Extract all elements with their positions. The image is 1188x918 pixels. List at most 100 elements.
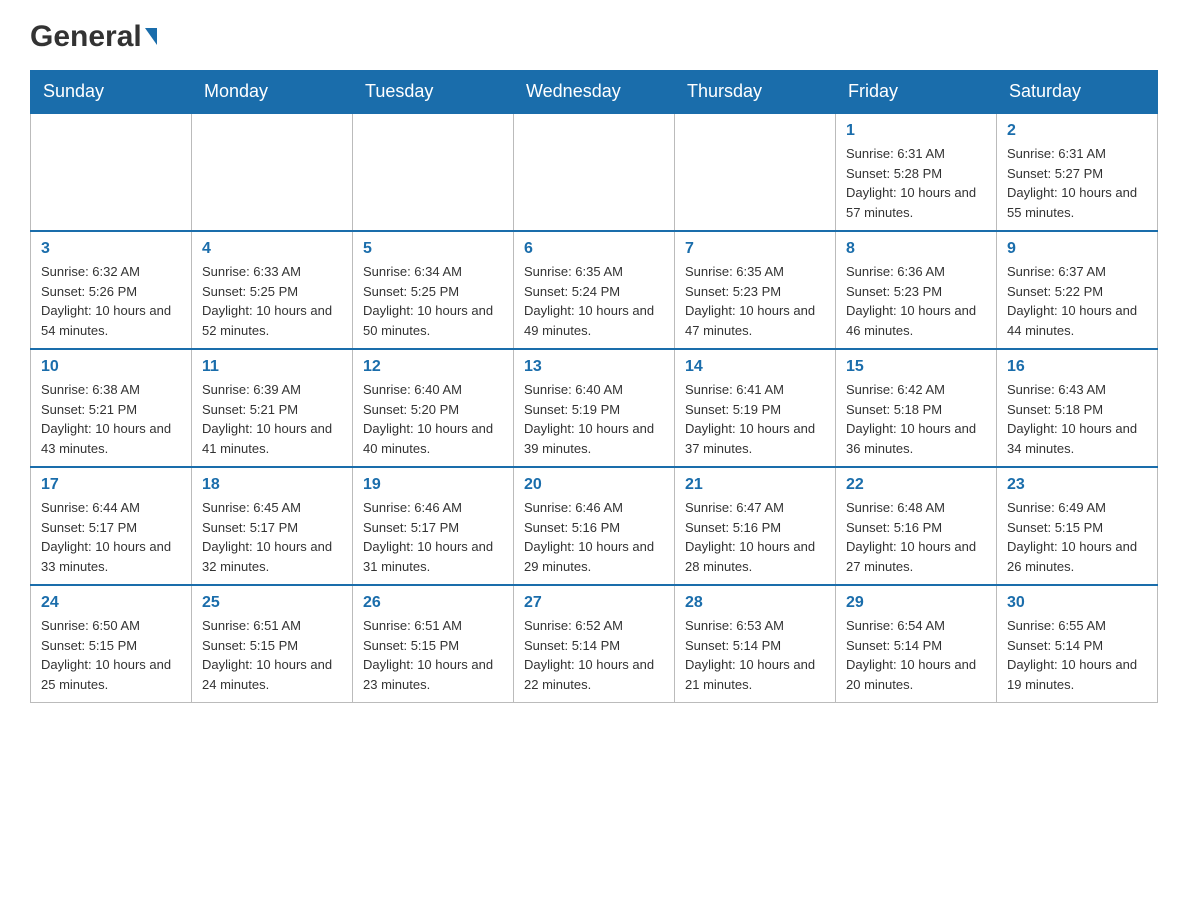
day-info: Sunrise: 6:52 AM Sunset: 5:14 PM Dayligh… (524, 616, 664, 694)
day-number: 25 (202, 594, 342, 612)
day-info: Sunrise: 6:48 AM Sunset: 5:16 PM Dayligh… (846, 498, 986, 576)
day-cell-17: 17Sunrise: 6:44 AM Sunset: 5:17 PM Dayli… (31, 467, 192, 585)
day-number: 2 (1007, 122, 1147, 140)
day-number: 7 (685, 240, 825, 258)
calendar-header-wednesday: Wednesday (514, 71, 675, 114)
day-info: Sunrise: 6:40 AM Sunset: 5:20 PM Dayligh… (363, 380, 503, 458)
day-number: 19 (363, 476, 503, 494)
day-number: 23 (1007, 476, 1147, 494)
day-number: 24 (41, 594, 181, 612)
calendar-header-friday: Friday (836, 71, 997, 114)
day-info: Sunrise: 6:39 AM Sunset: 5:21 PM Dayligh… (202, 380, 342, 458)
day-number: 18 (202, 476, 342, 494)
day-info: Sunrise: 6:53 AM Sunset: 5:14 PM Dayligh… (685, 616, 825, 694)
day-info: Sunrise: 6:50 AM Sunset: 5:15 PM Dayligh… (41, 616, 181, 694)
day-info: Sunrise: 6:46 AM Sunset: 5:16 PM Dayligh… (524, 498, 664, 576)
week-row-5: 24 Sunrise: 6:50 AM Sunset: 5:15 PM Dayli… (31, 585, 1158, 703)
day-info: Sunrise: 6:42 AM Sunset: 5:18 PM Dayligh… (846, 380, 986, 458)
calendar-header-tuesday: Tuesday (353, 71, 514, 114)
day-cell-21: 21 Sunrise: 6:47 AM Sunset: 5:16 PM Dayli… (675, 467, 836, 585)
empty-cell (353, 113, 514, 231)
day-cell-8: 8Sunrise: 6:36 AM Sunset: 5:23 PM Daylig… (836, 231, 997, 349)
day-number: 13 (524, 358, 664, 376)
day-number: 3 (41, 240, 181, 258)
empty-cell (675, 113, 836, 231)
day-number: 1 (846, 122, 986, 140)
day-cell-25: 25 Sunrise: 6:51 AM Sunset: 5:15 PM Dayli… (192, 585, 353, 703)
day-cell-24: 24 Sunrise: 6:50 AM Sunset: 5:15 PM Dayli… (31, 585, 192, 703)
calendar-table: SundayMondayTuesdayWednesdayThursdayFrid… (30, 70, 1158, 703)
day-cell-2: 2 Sunrise: 6:31 AM Sunset: 5:27 PM Daylig… (997, 113, 1158, 231)
day-info: Sunrise: 6:31 AM Sunset: 5:28 PM Dayligh… (846, 144, 986, 222)
day-info: Sunrise: 6:44 AM Sunset: 5:17 PM Dayligh… (41, 498, 181, 576)
day-number: 30 (1007, 594, 1147, 612)
empty-cell (192, 113, 353, 231)
day-number: 28 (685, 594, 825, 612)
day-cell-4: 4 Sunrise: 6:33 AM Sunset: 5:25 PM Daylig… (192, 231, 353, 349)
day-cell-3: 3 Sunrise: 6:32 AM Sunset: 5:26 PM Daylig… (31, 231, 192, 349)
day-cell-14: 14 Sunrise: 6:41 AM Sunset: 5:19 PM Dayli… (675, 349, 836, 467)
day-cell-27: 27 Sunrise: 6:52 AM Sunset: 5:14 PM Dayli… (514, 585, 675, 703)
day-number: 15 (846, 358, 986, 376)
week-row-3: 10 Sunrise: 6:38 AM Sunset: 5:21 PM Dayli… (31, 349, 1158, 467)
day-cell-16: 16Sunrise: 6:43 AM Sunset: 5:18 PM Dayli… (997, 349, 1158, 467)
calendar-header-thursday: Thursday (675, 71, 836, 114)
day-info: Sunrise: 6:51 AM Sunset: 5:15 PM Dayligh… (202, 616, 342, 694)
day-info: Sunrise: 6:35 AM Sunset: 5:23 PM Dayligh… (685, 262, 825, 340)
day-info: Sunrise: 6:40 AM Sunset: 5:19 PM Dayligh… (524, 380, 664, 458)
day-info: Sunrise: 6:46 AM Sunset: 5:17 PM Dayligh… (363, 498, 503, 576)
day-cell-18: 18 Sunrise: 6:45 AM Sunset: 5:17 PM Dayli… (192, 467, 353, 585)
week-row-1: 1 Sunrise: 6:31 AM Sunset: 5:28 PM Daylig… (31, 113, 1158, 231)
day-info: Sunrise: 6:49 AM Sunset: 5:15 PM Dayligh… (1007, 498, 1147, 576)
day-info: Sunrise: 6:34 AM Sunset: 5:25 PM Dayligh… (363, 262, 503, 340)
day-number: 12 (363, 358, 503, 376)
logo-general: General (30, 20, 142, 54)
day-cell-26: 26 Sunrise: 6:51 AM Sunset: 5:15 PM Dayli… (353, 585, 514, 703)
day-info: Sunrise: 6:32 AM Sunset: 5:26 PM Dayligh… (41, 262, 181, 340)
day-number: 22 (846, 476, 986, 494)
day-info: Sunrise: 6:41 AM Sunset: 5:19 PM Dayligh… (685, 380, 825, 458)
empty-cell (514, 113, 675, 231)
page-header: General (30, 20, 1158, 50)
day-info: Sunrise: 6:47 AM Sunset: 5:16 PM Dayligh… (685, 498, 825, 576)
day-number: 29 (846, 594, 986, 612)
day-info: Sunrise: 6:35 AM Sunset: 5:24 PM Dayligh… (524, 262, 664, 340)
day-cell-1: 1 Sunrise: 6:31 AM Sunset: 5:28 PM Daylig… (836, 113, 997, 231)
day-cell-20: 20 Sunrise: 6:46 AM Sunset: 5:16 PM Dayli… (514, 467, 675, 585)
week-row-4: 17Sunrise: 6:44 AM Sunset: 5:17 PM Dayli… (31, 467, 1158, 585)
week-row-2: 3 Sunrise: 6:32 AM Sunset: 5:26 PM Daylig… (31, 231, 1158, 349)
day-info: Sunrise: 6:38 AM Sunset: 5:21 PM Dayligh… (41, 380, 181, 458)
day-cell-11: 11Sunrise: 6:39 AM Sunset: 5:21 PM Dayli… (192, 349, 353, 467)
day-number: 20 (524, 476, 664, 494)
empty-cell (31, 113, 192, 231)
day-info: Sunrise: 6:55 AM Sunset: 5:14 PM Dayligh… (1007, 616, 1147, 694)
day-number: 21 (685, 476, 825, 494)
day-number: 14 (685, 358, 825, 376)
day-cell-12: 12 Sunrise: 6:40 AM Sunset: 5:20 PM Dayli… (353, 349, 514, 467)
day-cell-10: 10 Sunrise: 6:38 AM Sunset: 5:21 PM Dayli… (31, 349, 192, 467)
calendar-header-saturday: Saturday (997, 71, 1158, 114)
day-cell-29: 29Sunrise: 6:54 AM Sunset: 5:14 PM Dayli… (836, 585, 997, 703)
day-cell-5: 5 Sunrise: 6:34 AM Sunset: 5:25 PM Daylig… (353, 231, 514, 349)
day-number: 10 (41, 358, 181, 376)
day-info: Sunrise: 6:51 AM Sunset: 5:15 PM Dayligh… (363, 616, 503, 694)
day-info: Sunrise: 6:33 AM Sunset: 5:25 PM Dayligh… (202, 262, 342, 340)
day-info: Sunrise: 6:31 AM Sunset: 5:27 PM Dayligh… (1007, 144, 1147, 222)
calendar-header-row: SundayMondayTuesdayWednesdayThursdayFrid… (31, 71, 1158, 114)
day-number: 5 (363, 240, 503, 258)
day-number: 27 (524, 594, 664, 612)
day-cell-19: 19 Sunrise: 6:46 AM Sunset: 5:17 PM Dayli… (353, 467, 514, 585)
day-cell-28: 28 Sunrise: 6:53 AM Sunset: 5:14 PM Dayli… (675, 585, 836, 703)
day-number: 6 (524, 240, 664, 258)
day-number: 8 (846, 240, 986, 258)
day-cell-9: 9Sunrise: 6:37 AM Sunset: 5:22 PM Daylig… (997, 231, 1158, 349)
day-number: 26 (363, 594, 503, 612)
day-cell-15: 15 Sunrise: 6:42 AM Sunset: 5:18 PM Dayli… (836, 349, 997, 467)
day-info: Sunrise: 6:45 AM Sunset: 5:17 PM Dayligh… (202, 498, 342, 576)
day-cell-22: 22 Sunrise: 6:48 AM Sunset: 5:16 PM Dayli… (836, 467, 997, 585)
calendar-header-sunday: Sunday (31, 71, 192, 114)
calendar-header-monday: Monday (192, 71, 353, 114)
day-number: 16 (1007, 358, 1147, 376)
day-number: 4 (202, 240, 342, 258)
day-number: 9 (1007, 240, 1147, 258)
